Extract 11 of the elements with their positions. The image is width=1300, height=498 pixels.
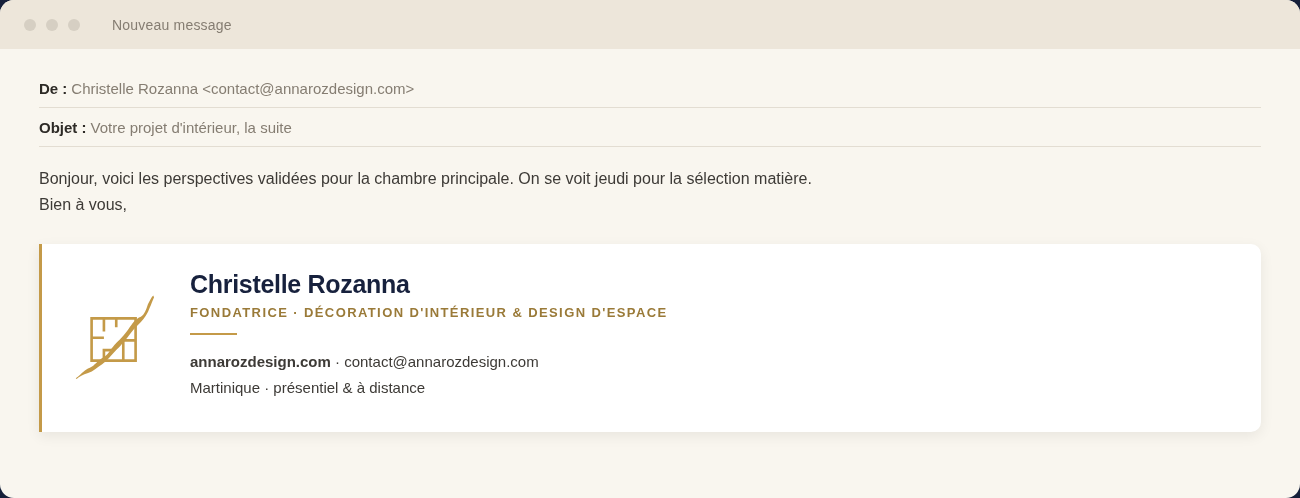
field-value[interactable]: Votre projet d'intérieur, la suite <box>90 118 292 136</box>
window-title: Nouveau message <box>112 16 232 33</box>
field-value[interactable]: Christelle Rozanna <contact@annarozdesign.com> <box>71 79 415 97</box>
signature-name: Christelle Rozanna <box>190 270 411 299</box>
signature-location: Martinique · présentiel & à distance <box>190 379 427 396</box>
field-label: Objet : <box>39 118 87 136</box>
signature-role: FONDATRICE · DÉCORATION D'INTÉRIEUR & DESIGN D'ESPACE <box>190 305 668 320</box>
message-paragraph: Bonjour, voici les perspectives validées pour la chambre principale. On se voit jeudi pour la sélection matière. <box>39 169 813 189</box>
message-paragraph: Bien à vous, <box>39 195 129 215</box>
field-label: De : <box>39 79 68 97</box>
signature-contact: annarozdesign.com · contact@annarozdesign.com <box>190 353 540 370</box>
